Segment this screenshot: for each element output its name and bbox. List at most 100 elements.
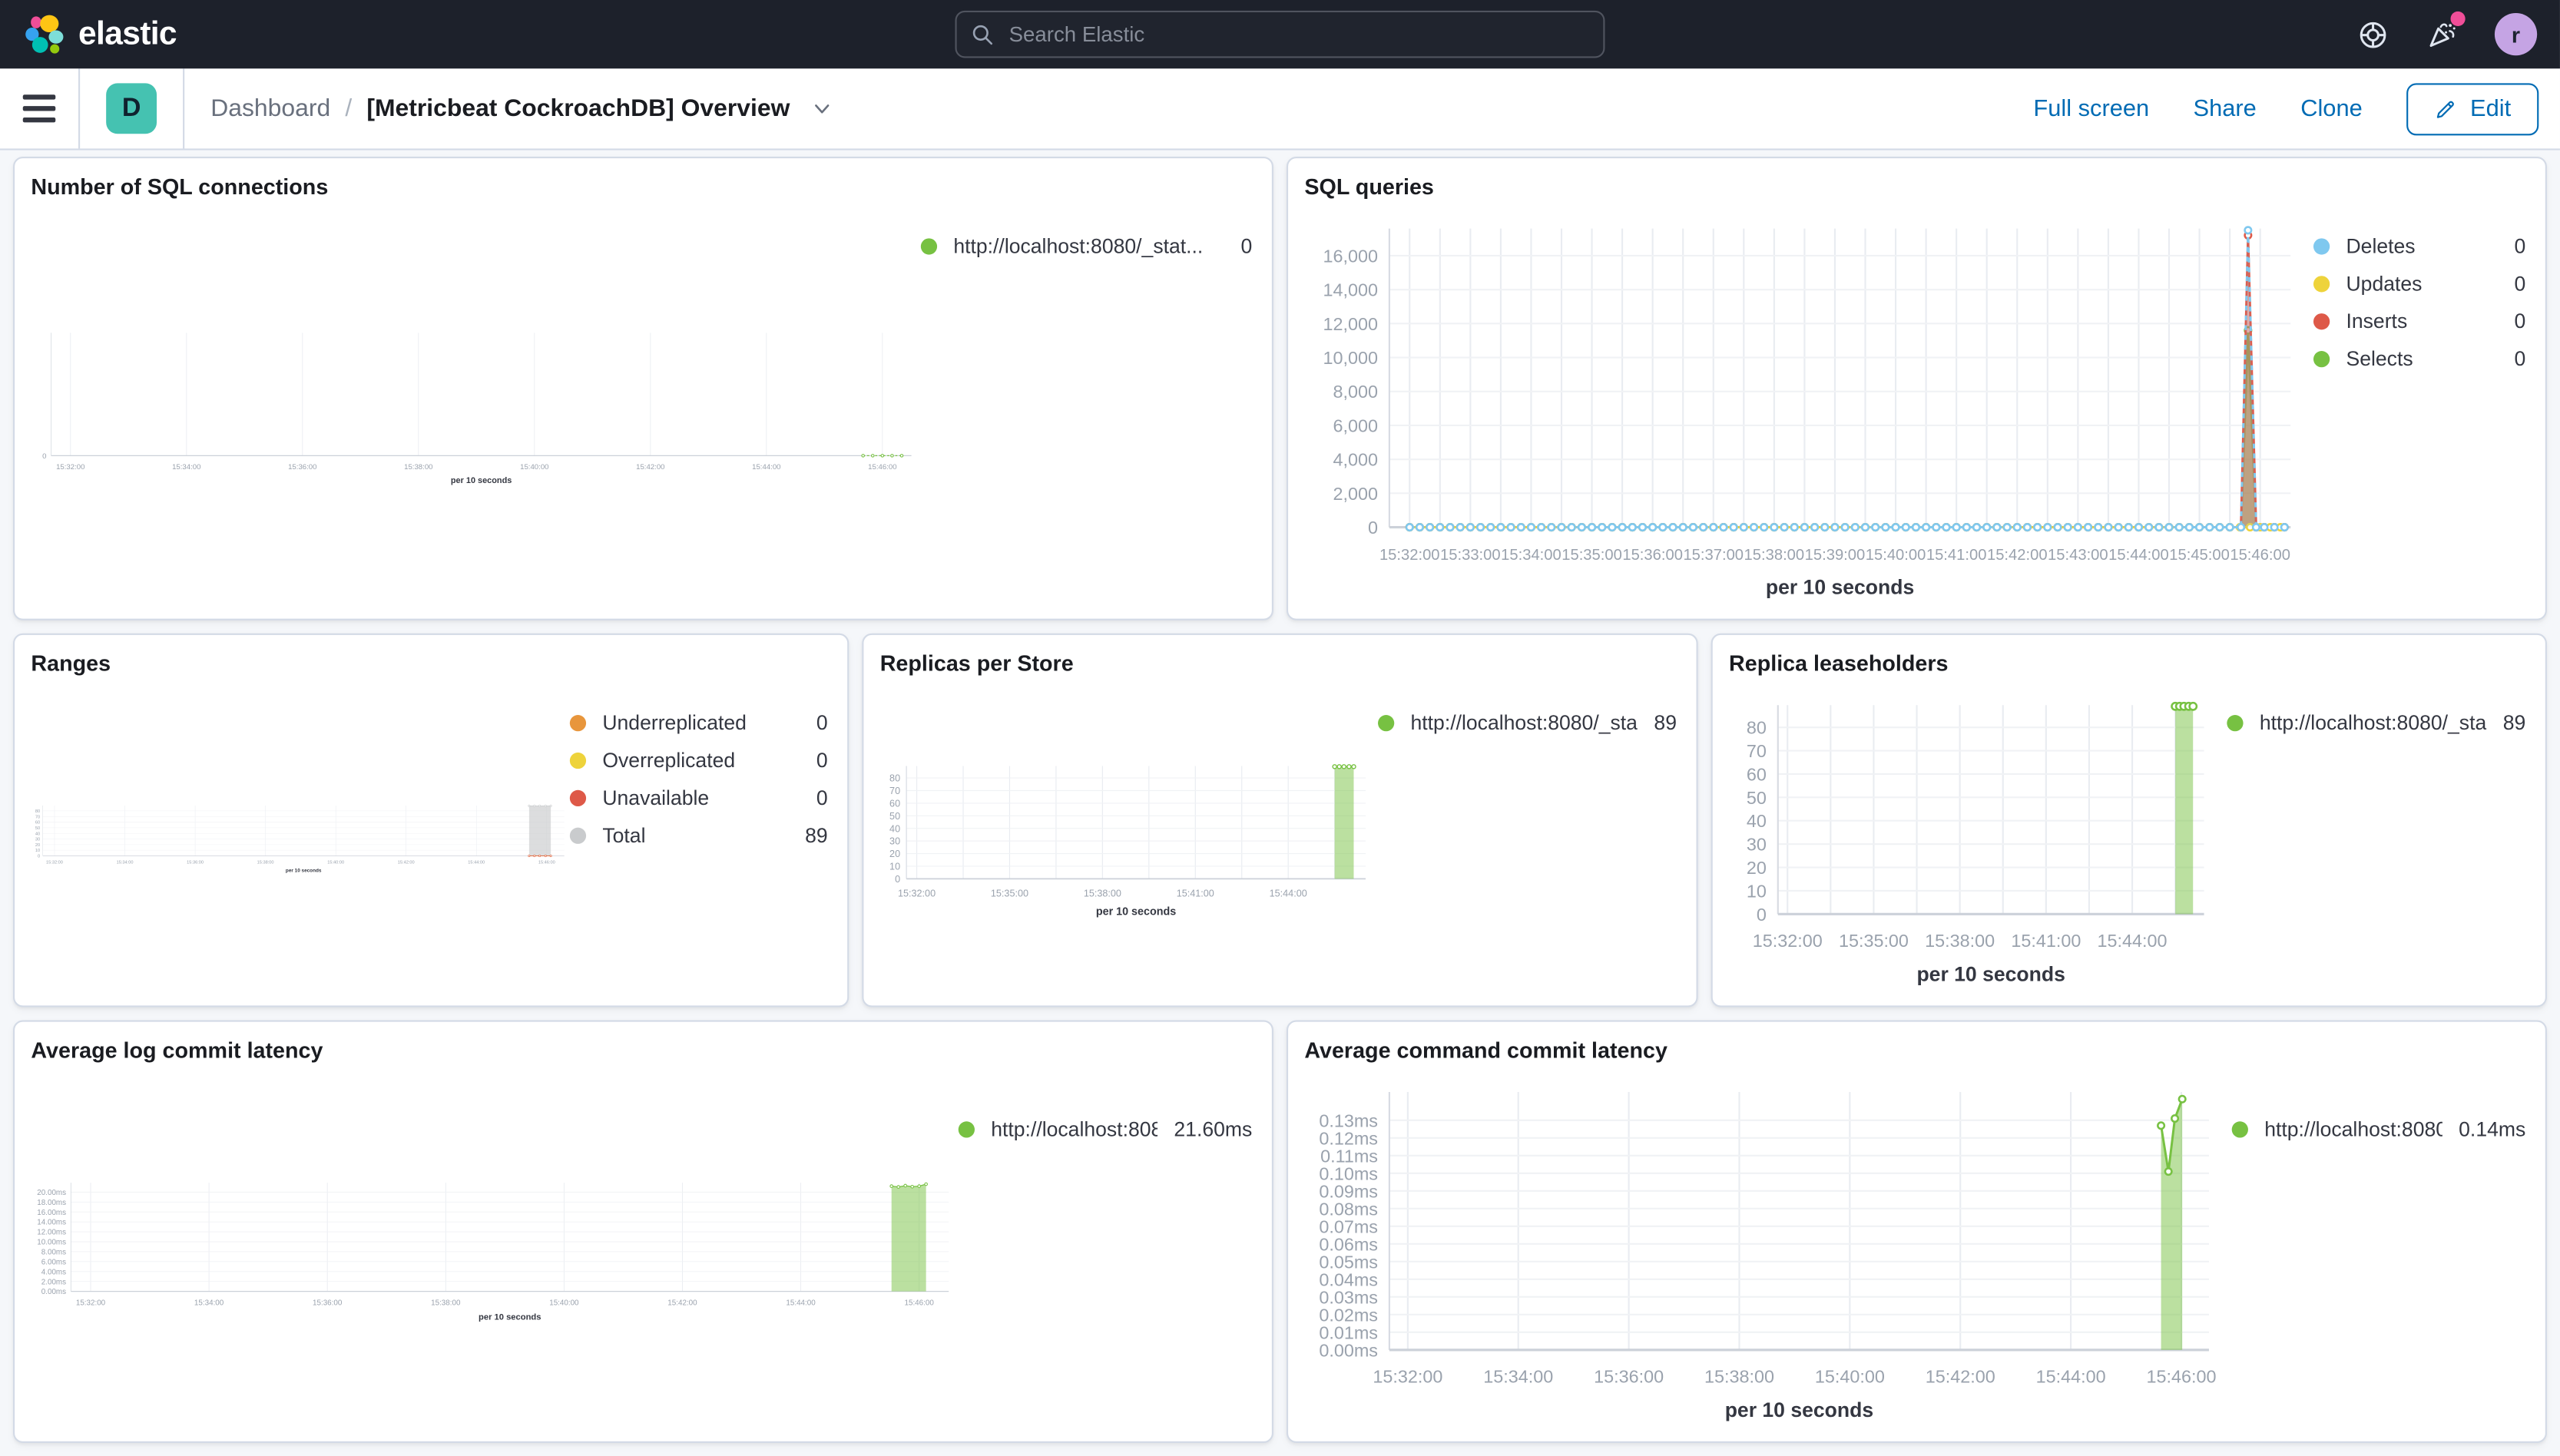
svg-text:6.00ms: 6.00ms	[41, 1258, 66, 1266]
svg-text:0: 0	[1757, 905, 1767, 925]
chart-sql-queries[interactable]: 0 2,000 4,000 6,000 8,000 10,000 12,000 14,000 1…	[1304, 203, 2313, 609]
chart-sql-connections[interactable]: 0 15:32:00 15:34:00 15:36:00 15:38:00 15:40:0…	[31, 203, 920, 609]
share-button[interactable]: Share	[2194, 95, 2257, 121]
svg-text:0.09ms: 0.09ms	[1319, 1181, 1378, 1201]
panel-title: SQL queries	[1304, 174, 1434, 200]
help-button[interactable]	[2354, 16, 2390, 52]
svg-text:per 10 seconds: per 10 seconds	[1766, 576, 1914, 599]
svg-text:15:45:00: 15:45:00	[2169, 547, 2230, 564]
full-screen-button[interactable]: Full screen	[2033, 95, 2149, 121]
svg-text:15:46:00: 15:46:00	[2146, 1366, 2216, 1386]
legend-item-selects[interactable]: Selects 0	[2313, 348, 2525, 371]
legend-item-underreplicated[interactable]: Underreplicated 0	[569, 712, 828, 735]
dashboard-row: Average log commit latency 0.00ms 2.00ms 4.…	[13, 1020, 2547, 1444]
legend-item-deletes[interactable]: Deletes 0	[2313, 235, 2525, 258]
svg-text:80: 80	[1747, 718, 1767, 738]
notification-badge	[2450, 11, 2466, 27]
elastic-logo[interactable]: elastic	[23, 13, 177, 55]
svg-text:15:40:00: 15:40:00	[520, 463, 548, 472]
chart-replica-leaseholders[interactable]: 0 10 20 30 40 50 60 70 80 15:32:00 15:35:00 15:38:0…	[1729, 679, 2227, 995]
user-avatar[interactable]: r	[2494, 13, 2538, 56]
legend-item-http-localhost-808[interactable]: http://localhost:808... 21.60ms	[958, 1118, 1253, 1141]
legend-item-overreplicated[interactable]: Overreplicated 0	[569, 749, 828, 773]
svg-text:0.11ms: 0.11ms	[1320, 1146, 1378, 1166]
svg-text:50: 50	[35, 826, 40, 831]
svg-text:15:42:00: 15:42:00	[398, 861, 415, 865]
svg-text:0.04ms: 0.04ms	[1319, 1269, 1378, 1289]
legend-item-http-localhost-8080[interactable]: http://localhost:8080... 0.14ms	[2231, 1118, 2526, 1141]
legend-dot	[2313, 313, 2330, 330]
svg-text:15:34:00: 15:34:00	[1501, 547, 1562, 564]
panel-title: Average log commit latency	[31, 1037, 323, 1063]
chart-avg-log-commit-latency[interactable]: 0.00ms 2.00ms 4.00ms 6.00ms8.00ms 10.00ms 12.…	[31, 1066, 958, 1431]
chart-legend: http://localhost:8080... 0.14ms	[2231, 1066, 2529, 1431]
legend-item-inserts[interactable]: Inserts 0	[2313, 310, 2525, 333]
svg-text:0.10ms: 0.10ms	[1319, 1163, 1378, 1183]
legend-item-http-localhost-8080-stat[interactable]: http://localhost:8080/_stat... 0	[920, 235, 1253, 258]
legend-item-http-localhost-8080-sta[interactable]: http://localhost:8080/_sta... 89	[2227, 712, 2525, 735]
svg-text:15:36:00: 15:36:00	[187, 861, 204, 865]
svg-text:40: 40	[35, 832, 40, 836]
svg-text:2,000: 2,000	[1333, 484, 1379, 504]
search-input[interactable]	[1005, 20, 1589, 48]
svg-text:20: 20	[1747, 858, 1767, 878]
title-caret-button[interactable]	[811, 98, 833, 120]
svg-text:15:38:00: 15:38:00	[404, 463, 432, 472]
edit-button[interactable]: Edit	[2406, 82, 2539, 135]
svg-text:14.00ms: 14.00ms	[37, 1219, 66, 1227]
legend-value: 89	[2502, 711, 2526, 735]
legend-item-total[interactable]: Total 89	[569, 824, 828, 848]
panel-ranges: Ranges 0 10 20 30 40 50 60 70 80 15:32:00 15:34:00 1…	[13, 633, 849, 1008]
breadcrumb-dashboard[interactable]: Dashboard	[210, 94, 330, 122]
legend-label: Total	[602, 824, 646, 848]
menu-icon	[22, 94, 56, 100]
svg-text:12.00ms: 12.00ms	[37, 1229, 66, 1237]
menu-button[interactable]	[22, 94, 56, 123]
clone-button[interactable]: Clone	[2300, 95, 2363, 121]
chart-ranges[interactable]: 0 102030 405060 7080 15:32:00 15:34:00 15:36:0…	[31, 679, 569, 995]
svg-text:15:35:00: 15:35:00	[1562, 547, 1622, 564]
legend-item-unavailable[interactable]: Unavailable 0	[569, 786, 828, 810]
svg-text:0.03ms: 0.03ms	[1319, 1287, 1378, 1307]
avatar-initial: r	[2511, 22, 2521, 47]
legend-value: 0	[2514, 347, 2526, 371]
legend-dot	[2227, 715, 2244, 732]
svg-text:10.00ms: 10.00ms	[37, 1239, 66, 1247]
svg-text:15:32:00: 15:32:00	[56, 463, 84, 472]
svg-text:18.00ms: 18.00ms	[37, 1199, 66, 1207]
legend-value: 89	[805, 824, 828, 848]
svg-text:15:44:00: 15:44:00	[2036, 1366, 2106, 1386]
legend-label: Deletes	[2346, 235, 2416, 258]
svg-text:15:33:00: 15:33:00	[1440, 547, 1501, 564]
chart-avg-command-commit-latency[interactable]: 0.00ms0.01ms0.02ms0.03ms0.04ms0.05ms0.06…	[1304, 1066, 2231, 1431]
legend-value: 0	[816, 749, 828, 773]
legend-value: 0.14ms	[2459, 1118, 2526, 1141]
elastic-logo-icon	[25, 15, 64, 54]
legend-value: 0	[816, 786, 828, 810]
panel-avg-log-commit-latency: Average log commit latency 0.00ms 2.00ms 4.…	[13, 1020, 1273, 1444]
svg-text:15:41:00: 15:41:00	[1177, 888, 1214, 898]
dashboard-app-badge[interactable]: D	[106, 83, 157, 134]
header-actions: r	[2354, 11, 2538, 56]
svg-text:per 10 seconds: per 10 seconds	[479, 1312, 541, 1322]
svg-text:0.07ms: 0.07ms	[1319, 1216, 1378, 1236]
svg-text:15:34:00: 15:34:00	[1483, 1366, 1553, 1386]
legend-label: http://localhost:8080/_sta...	[1410, 711, 1638, 735]
dashboard-row: Ranges 0 10 20 30 40 50 60 70 80 15:32:00 15:34:00 1…	[13, 633, 2547, 1008]
chart-replicas-per-store[interactable]: 0 10 20 30 4050 60 70 80 15:32:00 15:35:00 15:38:0…	[880, 679, 1378, 995]
global-search[interactable]	[955, 10, 1605, 58]
svg-text:70: 70	[1747, 741, 1767, 761]
legend-dot	[2313, 276, 2330, 293]
newsfeed-button[interactable]	[2425, 11, 2466, 52]
svg-text:15:32:00: 15:32:00	[1373, 1366, 1442, 1386]
panel-body: 0 10 20 30 40 50 60 70 80 15:32:00 15:35:00 15:38:0…	[880, 679, 1681, 995]
legend-value: 0	[1240, 235, 1253, 258]
svg-text:16.00ms: 16.00ms	[37, 1209, 66, 1217]
legend-item-updates[interactable]: Updates 0	[2313, 273, 2525, 296]
legend-item-http-localhost-8080-sta[interactable]: http://localhost:8080/_sta... 89	[1378, 712, 1677, 735]
legend-value: 21.60ms	[1174, 1118, 1253, 1141]
svg-text:8.00ms: 8.00ms	[41, 1249, 66, 1257]
panel-replicas-per-store: Replicas per Store 0 10 20 30 40 50 60 70 80 15:32…	[862, 633, 1698, 1008]
svg-text:60: 60	[889, 798, 900, 809]
edit-button-label: Edit	[2470, 95, 2512, 122]
